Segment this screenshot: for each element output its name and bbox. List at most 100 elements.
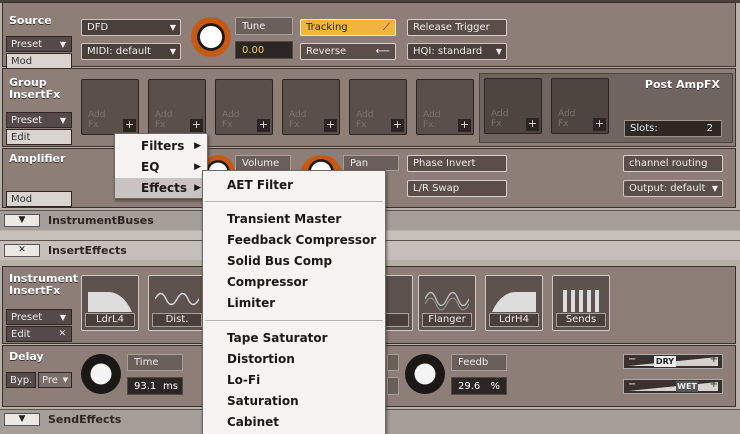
chevron-down-icon: ▼	[62, 376, 68, 384]
effects-menu: AET Filter Transient Master Feedback Com…	[202, 170, 386, 434]
slots-field[interactable]: Slots: 2	[624, 120, 722, 137]
close-icon[interactable]: ✕	[58, 327, 66, 342]
plus-icon[interactable]: +	[526, 118, 539, 131]
menu-item-compressor[interactable]: Compressor	[203, 272, 385, 292]
time-value[interactable]: 93.1 ms	[127, 377, 183, 395]
menu-item-eq[interactable]: EQ ▶	[115, 157, 207, 177]
sends-bars-icon	[563, 290, 599, 312]
add-fx-slot-3[interactable]: Add Fx +	[215, 79, 273, 135]
group-insertfx-label: Group InsertFx	[9, 77, 60, 101]
source-mode-select[interactable]: DFD ▼	[81, 19, 181, 36]
output-select[interactable]: Output: default ▼	[623, 180, 723, 197]
hqi-select[interactable]: HQI: standard ▼	[407, 43, 507, 60]
menu-item-solid-bus-comp[interactable]: Solid Bus Comp	[203, 251, 385, 271]
tune-value[interactable]: 0.00	[235, 41, 293, 59]
release-trigger-text: Release Trigger	[413, 22, 490, 33]
plus-icon[interactable]: +	[257, 119, 270, 132]
time-label: Time	[134, 357, 159, 368]
release-trigger-button[interactable]: Release Trigger	[407, 19, 507, 36]
expand-toggle[interactable]: ▼	[4, 214, 40, 227]
waveform-icon	[155, 292, 199, 306]
menu-item-transient-master[interactable]: Transient Master	[203, 209, 385, 229]
menu-item-filters[interactable]: Filters ▶	[115, 136, 207, 156]
time-value-text: 93.1	[134, 381, 157, 392]
menu-item-text: AET Filter	[227, 178, 294, 192]
source-preset-button[interactable]: Preset ▼	[6, 36, 72, 52]
mode-value: DFD	[87, 22, 109, 33]
feedb-knob[interactable]	[405, 354, 445, 394]
add-fx-text: Add Fx	[289, 110, 307, 130]
midi-select[interactable]: MIDI: default ▼	[81, 43, 181, 60]
plus-icon[interactable]: +	[190, 119, 203, 132]
add-fx-slot-4[interactable]: Add Fx +	[282, 79, 340, 135]
menu-item-text: Transient Master	[227, 212, 342, 226]
arrow-left-icon: ⟵	[375, 46, 390, 57]
add-fx-slot-6[interactable]: Add Fx +	[416, 79, 474, 135]
volume-label-box: Volume	[235, 155, 291, 171]
expand-toggle[interactable]: ▼	[4, 413, 40, 426]
edit-text: Edit	[11, 329, 31, 340]
menu-item-cabinet[interactable]: Cabinet	[203, 412, 385, 432]
add-fx-slot-2[interactable]: Add Fx +	[148, 79, 206, 135]
fx-flanger[interactable]: Flanger	[418, 275, 476, 331]
fx-ldrl4[interactable]: LdrL4	[81, 275, 139, 331]
wet-slider[interactable]: − WET +	[623, 379, 723, 394]
menu-item-text: Lo-Fi	[227, 373, 261, 387]
menu-item-tape-saturator[interactable]: Tape Saturator	[203, 328, 385, 348]
add-fx-slot-1[interactable]: Add Fx +	[81, 79, 139, 135]
menu-item-text: Limiter	[227, 296, 276, 310]
plus-icon[interactable]: +	[123, 119, 136, 132]
feedb-value[interactable]: 29.6%	[451, 377, 507, 395]
menu-item-lo-fi[interactable]: Lo-Fi	[203, 370, 385, 390]
menu-item-saturation[interactable]: Saturation	[203, 391, 385, 411]
chevron-down-icon: ▼	[59, 116, 66, 125]
source-mod-tab[interactable]: Mod	[6, 53, 72, 69]
bypass-text: Byp.	[10, 375, 33, 386]
output-value: Output: default	[629, 183, 706, 194]
amplifier-mod-tab[interactable]: Mod	[6, 191, 72, 207]
plus-icon[interactable]: +	[391, 119, 404, 132]
fx-ldrh4[interactable]: LdrH4	[485, 275, 543, 331]
menu-item-feedback-compressor[interactable]: Feedback Compressor	[203, 230, 385, 250]
menu-separator	[205, 201, 383, 202]
tune-knob[interactable]	[191, 17, 231, 57]
group-preset-button[interactable]: Preset ▼	[6, 112, 72, 128]
lr-swap-button[interactable]: L/R Swap	[407, 180, 507, 197]
dry-slider[interactable]: − DRY +	[623, 354, 723, 369]
post-add-fx-slot-2[interactable]: Add Fx +	[551, 78, 609, 134]
lr-swap-text: L/R Swap	[413, 183, 460, 194]
group-edit-tab[interactable]: Edit	[6, 129, 72, 145]
lowpass-curve-icon	[88, 292, 132, 312]
time-knob[interactable]	[81, 354, 121, 394]
filters-text: Filters	[141, 139, 185, 153]
instrument-preset-button[interactable]: Preset ▼	[6, 309, 72, 325]
plus-icon: +	[709, 379, 718, 390]
plus-icon[interactable]: +	[324, 119, 337, 132]
menu-item-aet-filter[interactable]: AET Filter	[203, 175, 385, 195]
close-toggle[interactable]: ✕	[4, 244, 40, 257]
menu-item-distortion[interactable]: Distortion	[203, 349, 385, 369]
wet-text: WET	[676, 381, 698, 392]
source-label: Source	[9, 14, 52, 27]
fx-dist[interactable]: Dist.	[148, 275, 206, 331]
pre-select[interactable]: Pre ▼	[38, 372, 72, 388]
menu-item-limiter[interactable]: Limiter	[203, 293, 385, 313]
channel-routing-button[interactable]: channel routing	[623, 155, 723, 172]
chevron-down-icon: ▼	[169, 23, 176, 32]
effects-text: Effects	[141, 181, 188, 195]
instrument-edit-tab[interactable]: Edit ✕	[6, 326, 72, 342]
phase-invert-button[interactable]: Phase Invert	[407, 155, 507, 172]
post-amp-fx-title: Post AmpFX	[644, 78, 720, 91]
post-add-fx-slot-1[interactable]: Add Fx +	[484, 78, 542, 134]
send-effects-label: SendEffects	[48, 413, 122, 426]
plus-icon[interactable]: +	[458, 119, 471, 132]
tracking-button[interactable]: Tracking ⟋	[300, 19, 396, 36]
reverse-button[interactable]: Reverse ⟵	[300, 43, 396, 60]
pre-text: Pre	[42, 375, 58, 386]
feedb-value-text: 29.6	[458, 381, 481, 392]
bypass-button[interactable]: Byp.	[6, 372, 36, 388]
add-fx-slot-5[interactable]: Add Fx +	[349, 79, 407, 135]
plus-icon[interactable]: +	[593, 118, 606, 131]
fx-sends[interactable]: Sends	[552, 275, 610, 331]
menu-item-effects[interactable]: Effects ▶	[115, 178, 207, 198]
